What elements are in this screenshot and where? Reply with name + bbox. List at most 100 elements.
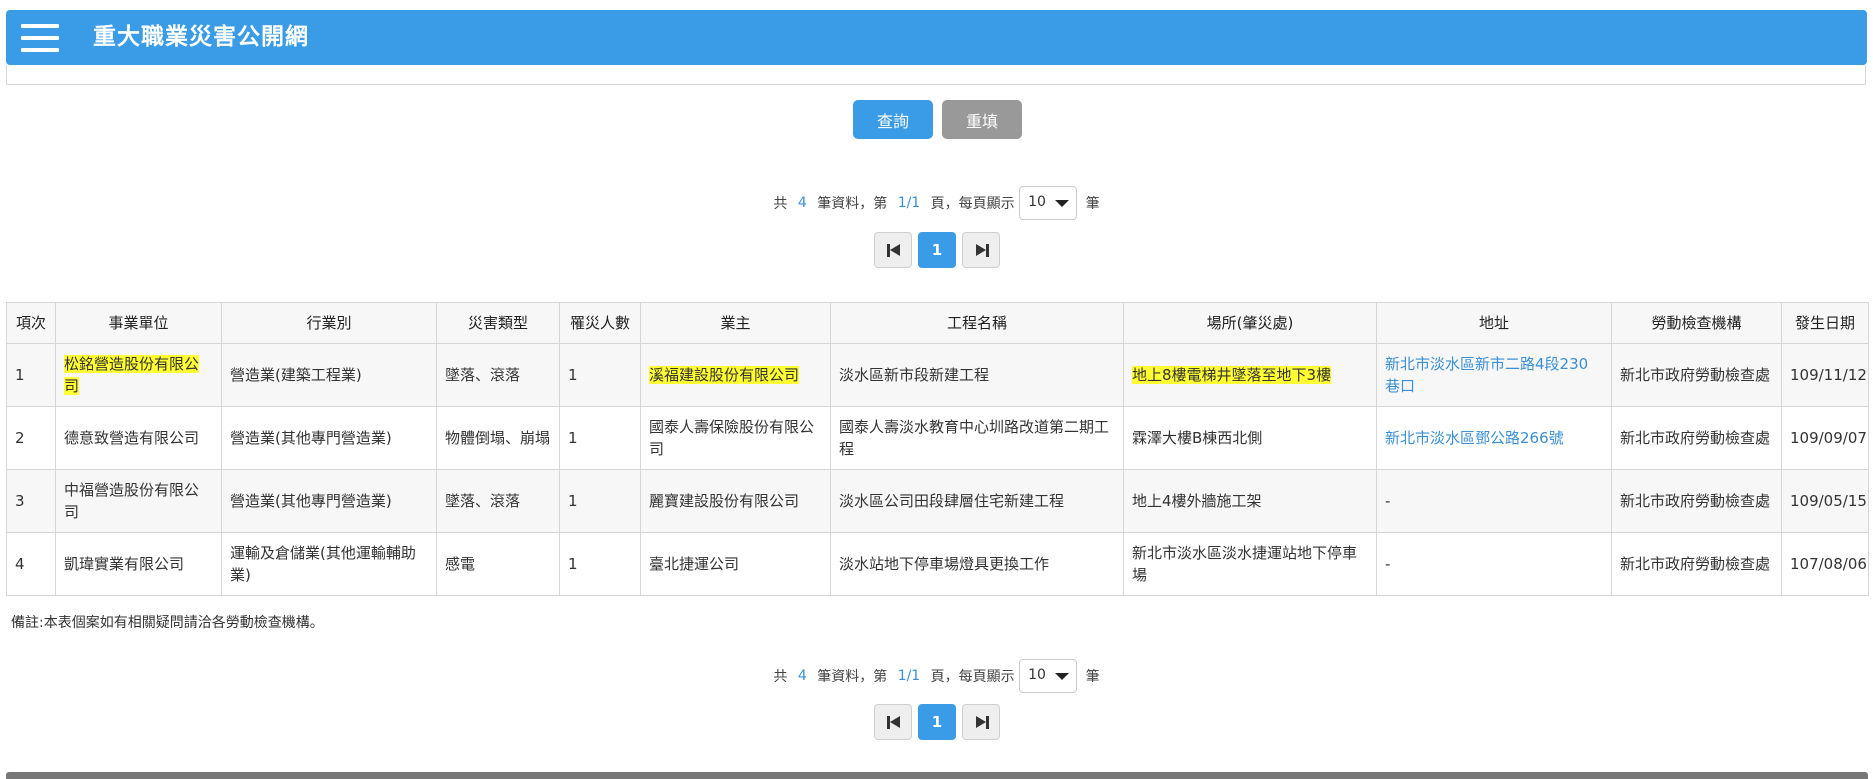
address-link[interactable]: 新北市淡水區鄧公路266號: [1385, 429, 1564, 447]
table-cell: 地上8樓電梯井墜落至地下3樓: [1123, 343, 1377, 407]
table-row: 2 德意致營造有限公司 營造業(其他專門營造業) 物體倒塌、崩塌 1 國泰人壽保…: [6, 406, 1869, 470]
next-page-icon[interactable]: [962, 704, 1000, 740]
table-cell: 淡水區新市段新建工程: [830, 343, 1124, 407]
page-size-value: 10: [1028, 194, 1046, 210]
table-cell: 新北市政府勞動檢查處: [1611, 469, 1782, 533]
table-cell: 107/08/06: [1781, 532, 1869, 596]
table-cell: 新北市政府勞動檢查處: [1611, 343, 1782, 407]
pager-total-count: 4: [797, 195, 807, 211]
pager-current-total: 1/1: [897, 668, 921, 684]
page-1-button[interactable]: 1: [918, 704, 956, 740]
page-size-value: 10: [1028, 667, 1046, 683]
table-cell: 1: [559, 343, 641, 407]
column-header: 業主: [640, 302, 831, 344]
column-header: 場所(肇災處): [1123, 302, 1377, 344]
highlighted-text: 溪福建設股份有限公司: [649, 366, 800, 384]
pager-suffix: 筆: [1085, 196, 1100, 212]
pager-text: 筆資料，第: [817, 196, 888, 212]
table-cell: 霖澤大樓B棟西北側: [1123, 406, 1377, 470]
pager-info-top: 共 4 筆資料，第 1/1 頁，每頁顯示 10 筆: [0, 186, 1873, 220]
table-cell: 凱瑋實業有限公司: [55, 532, 222, 596]
pager-prefix: 共: [773, 669, 788, 685]
chevron-down-icon: [1055, 673, 1070, 680]
page-size-select[interactable]: 10: [1019, 186, 1078, 220]
table-cell: 1: [559, 532, 641, 596]
pager-prefix: 共: [773, 196, 788, 212]
table-cell: 國泰人壽淡水教育中心圳路改道第二期工程: [830, 406, 1124, 470]
first-page-icon[interactable]: [874, 232, 912, 268]
table-cell: -: [1376, 469, 1612, 533]
table-header-row: 項次 事業單位 行業別 災害類型 罹災人數 業主 工程名稱 場所(肇災處) 地址…: [6, 302, 1869, 344]
table-cell: 109/05/15: [1781, 469, 1869, 533]
pager-text: 筆資料，第: [817, 669, 888, 685]
table-cell: -: [1376, 532, 1612, 596]
remark-note: 備註:本表個案如有相關疑問請洽各勞動檢查機構。: [11, 615, 324, 631]
page-1-button[interactable]: 1: [918, 232, 956, 268]
table-row: 1 松銘營造股份有限公司 營造業(建築工程業) 墜落、滾落 1 溪福建設股份有限…: [6, 343, 1869, 407]
table-cell: 109/11/12: [1781, 343, 1869, 407]
pager-suffix: 筆: [1085, 669, 1100, 685]
table-cell: 4: [6, 532, 56, 596]
pager-current-total: 1/1: [897, 195, 921, 211]
column-header: 行業別: [221, 302, 437, 344]
table-cell: 1: [559, 406, 641, 470]
pager-text: 頁，每頁顯示: [930, 669, 1015, 685]
table-cell: 運輸及倉儲業(其他運輸輔助業): [221, 532, 437, 596]
table-cell: 3: [6, 469, 56, 533]
footer-bar: [6, 772, 1868, 779]
column-header: 工程名稱: [830, 302, 1124, 344]
table-cell: 德意致營造有限公司: [55, 406, 222, 470]
hamburger-menu-icon[interactable]: [21, 22, 59, 54]
table-cell: 新北市淡水區新市二路4段230巷口: [1376, 343, 1612, 407]
table-cell: 松銘營造股份有限公司: [55, 343, 222, 407]
table-cell: 感電: [436, 532, 560, 596]
table-cell: 臺北捷運公司: [640, 532, 831, 596]
table-cell: 1: [559, 469, 641, 533]
table-cell: 地上4樓外牆施工架: [1123, 469, 1377, 533]
query-button[interactable]: 查詢: [853, 100, 933, 139]
column-header: 勞動檢查機構: [1611, 302, 1782, 344]
table-cell: 中福營造股份有限公司: [55, 469, 222, 533]
next-page-icon[interactable]: [962, 232, 1000, 268]
column-header: 項次: [6, 302, 56, 344]
table-cell: 麗寶建設股份有限公司: [640, 469, 831, 533]
column-header: 事業單位: [55, 302, 222, 344]
table-cell: 物體倒塌、崩塌: [436, 406, 560, 470]
column-header: 發生日期: [1781, 302, 1869, 344]
table-cell: 營造業(其他專門營造業): [221, 469, 437, 533]
table-cell: 新北市淡水區淡水捷運站地下停車場: [1123, 532, 1377, 596]
table-cell: 新北市政府勞動檢查處: [1611, 406, 1782, 470]
column-header: 罹災人數: [559, 302, 641, 344]
top-header-bar: 重大職業災害公開網: [6, 10, 1867, 65]
table-row: 4 凱瑋實業有限公司 運輸及倉儲業(其他運輸輔助業) 感電 1 臺北捷運公司 淡…: [6, 532, 1869, 596]
chevron-down-icon: [1055, 200, 1070, 207]
column-header: 災害類型: [436, 302, 560, 344]
table-cell: 1: [6, 343, 56, 407]
table-row: 3 中福營造股份有限公司 營造業(其他專門營造業) 墜落、滾落 1 麗寶建設股份…: [6, 469, 1869, 533]
pager-text: 頁，每頁顯示: [930, 196, 1015, 212]
table-cell: 營造業(其他專門營造業): [221, 406, 437, 470]
address-link[interactable]: 新北市淡水區新市二路4段230巷口: [1385, 355, 1588, 395]
table-cell: 溪福建設股份有限公司: [640, 343, 831, 407]
highlighted-text: 地上8樓電梯井墜落至地下3樓: [1132, 366, 1332, 384]
pager-total-count: 4: [797, 668, 807, 684]
table-cell: 國泰人壽保險股份有限公司: [640, 406, 831, 470]
page-size-select[interactable]: 10: [1019, 659, 1078, 693]
table-cell: 淡水站地下停車場燈具更換工作: [830, 532, 1124, 596]
table-cell: 淡水區公司田段肆層住宅新建工程: [830, 469, 1124, 533]
pager-info-bottom: 共 4 筆資料，第 1/1 頁，每頁顯示 10 筆: [0, 659, 1873, 693]
table-cell: 墜落、滾落: [436, 469, 560, 533]
table-cell: 109/09/07: [1781, 406, 1869, 470]
site-title: 重大職業災害公開網: [93, 24, 309, 50]
disaster-table: 項次 事業單位 行業別 災害類型 罹災人數 業主 工程名稱 場所(肇災處) 地址…: [6, 302, 1869, 596]
table-cell: 墜落、滾落: [436, 343, 560, 407]
table-cell: 營造業(建築工程業): [221, 343, 437, 407]
column-header: 地址: [1376, 302, 1612, 344]
first-page-icon[interactable]: [874, 704, 912, 740]
table-cell: 2: [6, 406, 56, 470]
search-form-panel: [6, 65, 1866, 85]
table-cell: 新北市政府勞動檢查處: [1611, 532, 1782, 596]
reset-button[interactable]: 重填: [942, 100, 1022, 139]
table-cell: 新北市淡水區鄧公路266號: [1376, 406, 1612, 470]
highlighted-text: 松銘營造股份有限公司: [64, 355, 200, 395]
